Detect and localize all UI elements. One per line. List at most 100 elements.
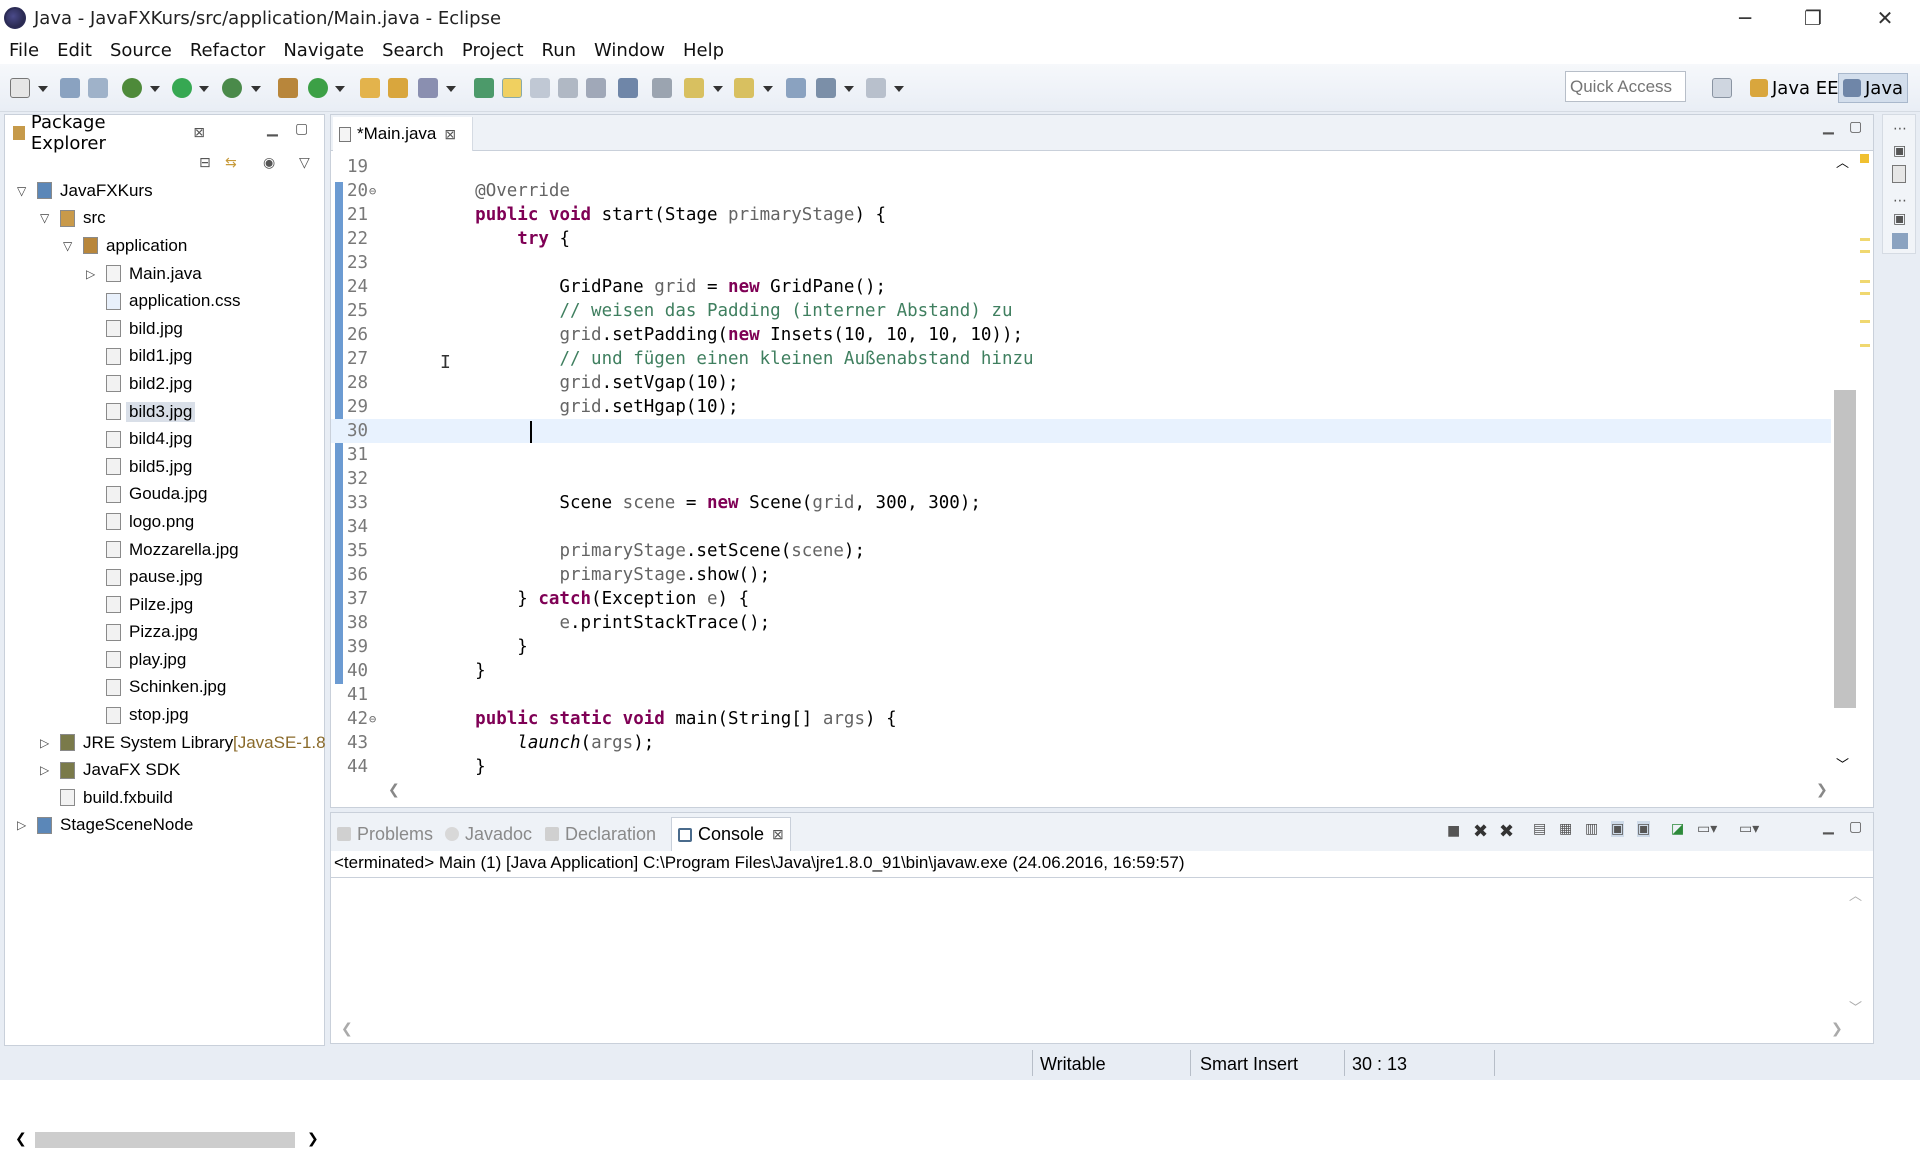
code-line[interactable]: 40 } <box>331 659 1831 683</box>
close-console-tab-icon[interactable]: ⊠ <box>772 826 784 843</box>
code-line[interactable]: 19 <box>331 155 1831 179</box>
tree-item[interactable]: ▷ Main.java <box>5 260 324 288</box>
word-wrap-icon[interactable]: ▥ <box>1585 821 1598 837</box>
overview-marker[interactable] <box>1860 154 1869 163</box>
scroll-down-icon[interactable]: ﹀ <box>1849 997 1862 1016</box>
tree-item[interactable]: application.css <box>5 287 324 315</box>
new-class-icon[interactable] <box>308 78 328 98</box>
menu-source[interactable]: Source <box>101 40 181 61</box>
code-line[interactable]: 25 // weisen das Padding (interner Absta… <box>331 299 1831 323</box>
overview-marker[interactable] <box>1860 238 1870 241</box>
word-wrap-icon[interactable] <box>558 78 578 98</box>
package-explorer-tab[interactable]: Package Explorer ⊠ <box>5 112 205 154</box>
remove-all-terminated-icon[interactable]: ✖ <box>1499 821 1514 842</box>
fold-toggle-icon[interactable]: ⊖ <box>369 707 376 731</box>
perspective-java[interactable]: Java <box>1838 73 1909 103</box>
code-line[interactable]: 44 } <box>331 755 1831 779</box>
fold-toggle-icon[interactable]: ⊖ <box>369 179 376 203</box>
toggle-breadcrumb-icon[interactable] <box>474 78 494 98</box>
tree-item[interactable]: bild4.jpg <box>5 425 324 453</box>
restore-view-icon[interactable]: ▣ <box>1893 211 1906 227</box>
tree-item[interactable]: Pizza.jpg <box>5 619 324 647</box>
code-line[interactable]: 27 // und fügen einen kleinen Außenabsta… <box>331 347 1831 371</box>
code-line[interactable]: 41 <box>331 683 1831 707</box>
new-class-dropdown-icon[interactable] <box>335 86 345 92</box>
next-annotation-icon[interactable] <box>684 78 704 98</box>
tree-item[interactable]: pause.jpg <box>5 563 324 591</box>
package-explorer-hscrollbar[interactable]: ❮ ❯ <box>11 1129 322 1151</box>
save-icon[interactable] <box>60 78 80 98</box>
tree-item[interactable]: ▷ JRE System Library [JavaSE-1.8 <box>5 729 326 757</box>
code-line[interactable]: 32 <box>331 467 1831 491</box>
save-all-icon[interactable] <box>88 78 108 98</box>
overview-marker[interactable] <box>1860 292 1870 295</box>
menu-refactor[interactable]: Refactor <box>181 40 275 61</box>
restore-view-icon[interactable]: ⋯ <box>1893 121 1907 137</box>
close-editor-tab-icon[interactable]: ⊠ <box>444 126 456 143</box>
quick-access-input[interactable] <box>1565 71 1686 102</box>
restore-view-icon[interactable]: ▣ <box>1893 143 1906 159</box>
search-dropdown-icon[interactable] <box>446 86 456 92</box>
scroll-up-icon[interactable]: ︿ <box>1849 885 1862 904</box>
tree-item[interactable]: build.fxbuild <box>5 784 324 812</box>
tab-console[interactable]: Console ⊠ <box>671 817 791 851</box>
focus-icon[interactable]: ◉ <box>263 155 275 171</box>
expand-twisty-icon[interactable]: ▷ <box>17 818 26 832</box>
code-line[interactable]: 28 grid.setVgap(10); <box>331 371 1831 395</box>
code-line[interactable]: 20 ⊖ @Override <box>331 179 1831 203</box>
display-selected-console-icon[interactable]: ▭▾ <box>1697 821 1717 837</box>
next-annotation-dropdown-icon[interactable] <box>713 86 723 92</box>
task-list-icon[interactable] <box>1892 165 1906 183</box>
terminate-icon[interactable]: ■ <box>1447 823 1460 839</box>
code-line[interactable]: 29 grid.setHgap(10); <box>331 395 1831 419</box>
run-icon[interactable] <box>172 78 192 98</box>
tree-item[interactable]: Gouda.jpg <box>5 481 324 509</box>
close-button[interactable]: ✕ <box>1852 0 1918 36</box>
scroll-down-icon[interactable]: ﹀ <box>1836 754 1849 773</box>
scroll-left-icon[interactable]: ❮ <box>388 782 400 798</box>
show-console-output-icon[interactable]: ▣ <box>1611 821 1625 837</box>
open-resource-icon[interactable] <box>388 78 408 98</box>
console-icon[interactable] <box>618 78 638 98</box>
code-line[interactable]: 21 public void start(Stage primaryStage)… <box>331 203 1831 227</box>
tree-item[interactable]: bild5.jpg <box>5 453 324 481</box>
tree-item[interactable]: Mozzarella.jpg <box>5 536 324 564</box>
new-package-icon[interactable] <box>278 78 298 98</box>
menu-navigate[interactable]: Navigate <box>274 40 373 61</box>
code-line[interactable]: 33 Scene scene = new Scene(grid, 300, 30… <box>331 491 1831 515</box>
open-perspective-icon[interactable] <box>1712 78 1732 98</box>
new-icon[interactable] <box>10 78 30 98</box>
tree-item[interactable]: ▷ StageSceneNode <box>5 812 324 840</box>
expand-twisty-icon[interactable]: ▷ <box>40 736 49 750</box>
minimize-button[interactable]: ─ <box>1712 0 1778 36</box>
debug-dropdown-icon[interactable] <box>150 86 160 92</box>
restore-button[interactable]: ❐ <box>1780 0 1846 36</box>
code-line[interactable]: 43 launch(args); <box>331 731 1831 755</box>
back-dropdown-icon[interactable] <box>844 86 854 92</box>
tree-item[interactable]: logo.png <box>5 508 324 536</box>
scroll-left-icon[interactable]: ❮ <box>341 1021 353 1037</box>
restore-view-icon[interactable]: ⋯ <box>1893 193 1907 209</box>
back-icon[interactable] <box>816 78 836 98</box>
editor-hscrollbar[interactable]: ❮ ❯ <box>382 782 1828 802</box>
tree-item[interactable]: bild3.jpg <box>5 398 324 426</box>
tree-item[interactable]: play.jpg <box>5 646 324 674</box>
expand-twisty-icon[interactable]: ▷ <box>86 267 95 281</box>
code-line[interactable]: 36 primaryStage.show(); <box>331 563 1831 587</box>
menu-project[interactable]: Project <box>453 40 533 61</box>
menu-search[interactable]: Search <box>373 40 453 61</box>
collapse-twisty-icon[interactable]: ▽ <box>63 239 72 253</box>
search-icon[interactable] <box>418 78 438 98</box>
maximize-editor-icon[interactable]: ▢ <box>1849 119 1862 135</box>
collapse-all-icon[interactable]: ⊟ <box>199 155 211 171</box>
clear-console-icon[interactable]: ▤ <box>1533 821 1546 837</box>
tab-declaration[interactable]: Declaration <box>545 821 656 847</box>
tab-problems[interactable]: Problems <box>337 821 433 847</box>
code-line[interactable]: 24 GridPane grid = new GridPane(); <box>331 275 1831 299</box>
view-menu-icon[interactable]: ▽ <box>299 155 310 171</box>
menu-run[interactable]: Run <box>533 40 586 61</box>
code-line[interactable]: 23 <box>331 251 1831 275</box>
external-tools-dropdown-icon[interactable] <box>251 86 261 92</box>
menu-file[interactable]: File <box>0 40 48 61</box>
external-tools-icon[interactable] <box>222 78 242 98</box>
